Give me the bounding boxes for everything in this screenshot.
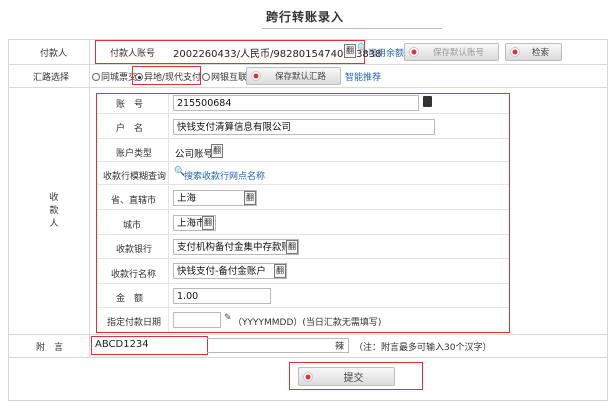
keyboard-icon[interactable]: 翻: [211, 144, 223, 158]
balance-link[interactable]: 可用余额: [368, 46, 404, 59]
payee-account-input[interactable]: 215500684: [173, 95, 419, 111]
radio-selected-icon: [135, 73, 143, 81]
route-option-remote[interactable]: 异地/现代支付: [135, 70, 201, 83]
keyboard-icon[interactable]: 翻: [274, 264, 286, 278]
row-divider: [97, 258, 509, 259]
row-divider: [97, 283, 509, 284]
address-book-icon[interactable]: [423, 96, 432, 107]
radio-icon: [202, 73, 210, 81]
row-divider: [97, 209, 509, 210]
row-divider: [97, 138, 509, 139]
submit-button[interactable]: 提交: [298, 367, 395, 386]
route-label: 汇路选择: [33, 73, 70, 83]
keyboard-icon[interactable]: 辣: [335, 339, 344, 352]
smart-recommend-link[interactable]: 智能推荐: [345, 70, 381, 83]
row-divider: [8, 357, 608, 358]
keyboard-icon[interactable]: 翻: [244, 191, 256, 205]
route-option-netbank[interactable]: 网银互联: [202, 70, 247, 83]
payee-bank-name-label: 收款行名称: [111, 270, 157, 280]
payer-account-label: 付款人账号: [110, 49, 156, 59]
calendar-icon[interactable]: ✎: [224, 313, 232, 323]
title-divider: [262, 28, 442, 29]
amount-label: 金 额: [116, 294, 144, 304]
amount-input[interactable]: 1.00: [173, 288, 271, 304]
check-button[interactable]: 检索: [505, 43, 562, 61]
province-label: 省、直辖市: [111, 196, 157, 206]
fuzzy-search-label: 收款行模糊查询: [103, 172, 167, 182]
account-type-select[interactable]: 公司账号: [175, 146, 213, 160]
column-divider: [89, 39, 90, 357]
memo-hint: （注：附言最多可输入30个汉字）: [354, 343, 492, 353]
save-default-route-button[interactable]: 保存默认汇路: [246, 67, 341, 85]
keyboard-icon[interactable]: 翻: [202, 216, 214, 230]
payment-date-hint: （YYYYMMDD）(当日汇款无需填写): [233, 318, 382, 328]
row-divider: [8, 87, 608, 88]
city-label: 城市: [123, 221, 142, 231]
route-option-same-city[interactable]: 同城票交: [92, 70, 137, 83]
row-divider: [97, 307, 509, 308]
row-divider: [8, 64, 608, 65]
payment-date-input[interactable]: [173, 312, 221, 328]
payee-name-input[interactable]: 快钱支付清算信息有限公司: [173, 119, 435, 135]
payment-date-label: 指定付款日期: [107, 318, 162, 328]
payee-label: 收款人: [49, 193, 59, 229]
row-divider: [8, 334, 608, 335]
radio-icon: [92, 73, 100, 81]
payee-bank-select[interactable]: 支付机构备付金集中存款账户: [173, 239, 299, 255]
payee-name-label: 户 名: [116, 124, 144, 134]
payee-bank-name-select[interactable]: 快钱支付-备付金账户: [173, 263, 287, 279]
column-divider: [168, 94, 169, 332]
payer-label: 付款人: [40, 49, 68, 59]
radio-dot-icon: [303, 371, 313, 382]
payee-bank-label: 收款银行: [116, 245, 153, 255]
search-icon[interactable]: 🔍: [357, 44, 368, 54]
memo-label: 附 言: [36, 343, 64, 353]
account-type-label: 账户类型: [116, 149, 153, 159]
memo-value: ABCD1234: [95, 339, 149, 350]
row-divider: [97, 113, 509, 114]
memo-input[interactable]: [207, 338, 349, 353]
row-divider: [97, 161, 509, 162]
radio-dot-icon: [510, 47, 520, 57]
row-divider: [97, 184, 509, 185]
page-title: 跨行转账录入: [265, 10, 344, 24]
radio-dot-icon: [409, 47, 419, 57]
search-bank-branch-link[interactable]: 搜索收款行网点名称: [184, 169, 265, 182]
row-divider: [97, 234, 509, 235]
keyboard-icon[interactable]: 翻: [286, 240, 298, 254]
radio-dot-icon: [251, 71, 261, 81]
keyboard-icon[interactable]: 翻: [344, 44, 356, 58]
payee-account-label: 账 号: [116, 100, 144, 110]
save-default-account-button[interactable]: 保存默认账号: [404, 43, 499, 61]
